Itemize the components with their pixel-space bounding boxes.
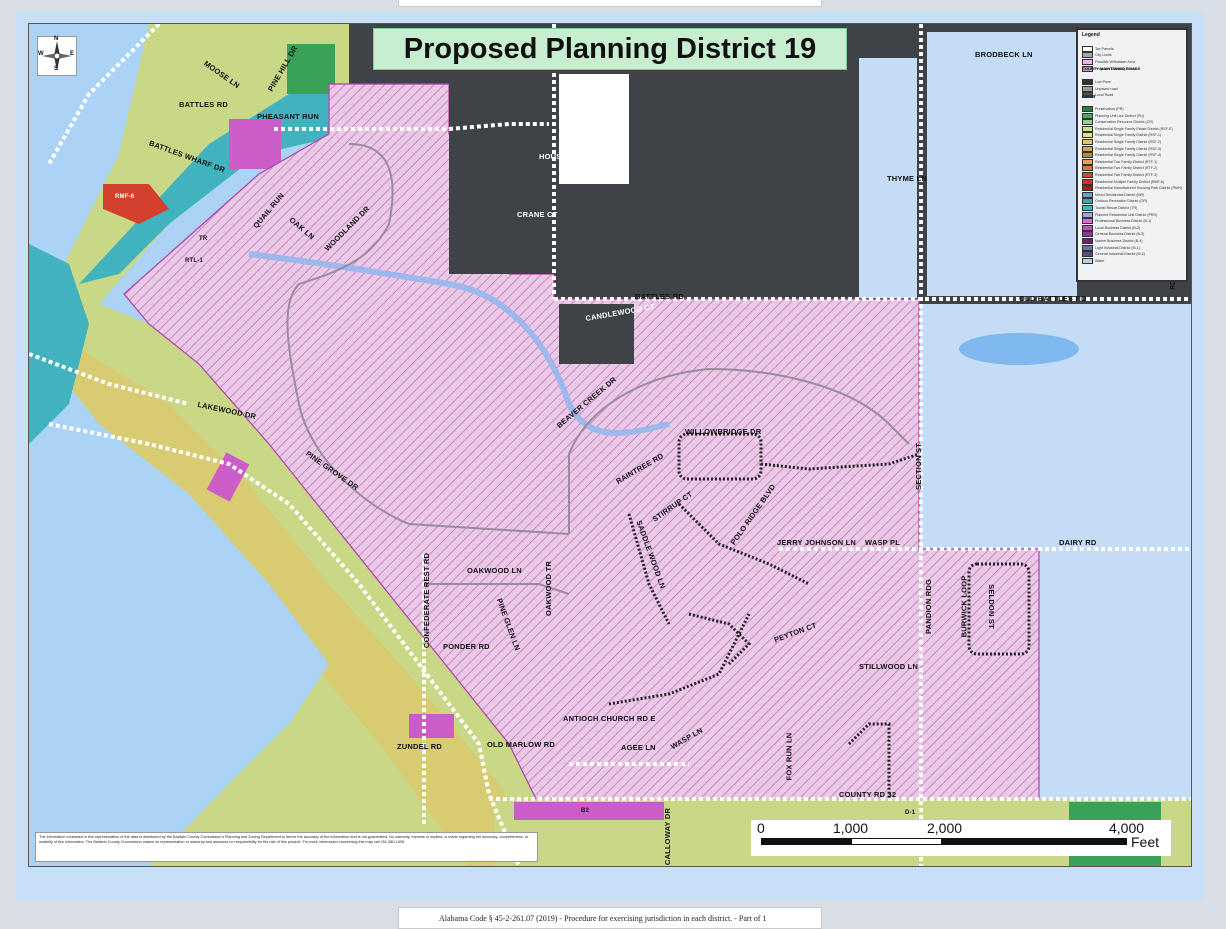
legend-item: Residential Single Family District (RSF-… <box>1082 146 1161 159</box>
scale-tick: 0 <box>757 820 765 836</box>
zoning-label: TR <box>199 236 208 242</box>
zoning-label: RMF-6 <box>115 194 135 200</box>
road-label: BATTLES RD <box>635 292 684 301</box>
district-map[interactable]: Proposed Planning District 19 N S W E BR… <box>28 23 1192 867</box>
road-label: BATTLES RD <box>179 100 228 109</box>
legend-item: Residential Single Family District (RSF-… <box>1082 140 1161 152</box>
road-label: CONFEDERATE REST RD <box>422 552 432 649</box>
scale-segment <box>851 838 943 845</box>
road-label: CALLOWAY DR <box>663 807 673 866</box>
scale-segment <box>761 838 853 845</box>
road-label: OLD BATTLES RD <box>1019 294 1087 303</box>
road-label: AGEE LN <box>621 743 656 752</box>
legend-label: Local Road <box>1095 93 1114 98</box>
road-label: CRANE CT <box>517 210 558 219</box>
road-label: WASP PL <box>865 538 901 547</box>
compass-n: N <box>54 36 59 42</box>
legend-label: Water <box>1095 258 1105 263</box>
legend-item: Residential Single Family Estate Distric… <box>1082 120 1173 132</box>
compass-w: W <box>38 51 44 57</box>
road-label: PONDER RD <box>443 642 490 651</box>
road-label: OAKWOOD TR <box>543 561 553 616</box>
road-label: THYME LN <box>887 174 927 183</box>
legend-item: Residential Manufactured Housing Park Di… <box>1082 179 1182 192</box>
legend-item: Water <box>1082 252 1104 264</box>
north-arrow-compass: N S W E <box>37 36 77 76</box>
road-label: BRODBECK LN <box>975 50 1033 59</box>
road-label: JERRY JOHNSON LN <box>777 538 857 547</box>
legend-item: Residential Two Family District (RTF-3) <box>1082 166 1157 178</box>
road-label: SELDON ST <box>986 584 996 629</box>
legend-item: General Business District (B-3) <box>1082 226 1144 238</box>
legend-item: Planning Unit Use District (PU) <box>1082 107 1144 119</box>
road-label: ZUNDEL RD <box>397 742 442 751</box>
legend-item: Light Industrial District (M-1) <box>1082 239 1140 251</box>
road-label: FOX RUN LN <box>784 732 794 781</box>
road-label: STILLWOOD LN <box>859 662 919 671</box>
legend-item: General Industrial District (M-2) <box>1082 245 1145 258</box>
document-footer-text: Alabama Code § 45-2-261.07 (2019) - Proc… <box>439 914 767 923</box>
pond <box>959 333 1079 365</box>
legend-item: Low Pave <box>1082 73 1111 86</box>
road-label: OAKWOOD LN <box>467 566 522 575</box>
legend-item: Residential Single Family District (RSF-… <box>1082 127 1161 139</box>
legend-item: Local Road <box>1082 87 1113 99</box>
legend-heading: COUNTY MAINTAINED ROADS <box>1082 66 1141 72</box>
compass-s: S <box>54 66 59 72</box>
legend-item: Possible Withdrawn Area <box>1082 53 1135 65</box>
map-canvas <box>29 24 1191 866</box>
scale-tick: 1,000 <box>833 820 869 836</box>
document-top-edge <box>398 0 822 7</box>
road-label: SECTION ST <box>914 442 924 491</box>
legend-item: Professional Business District (B-1) <box>1082 212 1151 225</box>
road-label: ANTIOCH CHURCH RD E <box>563 714 656 723</box>
legend-item: Unpaved road <box>1082 80 1118 92</box>
road-label: PANDION RDG <box>923 579 933 634</box>
zoning-label: D-1 <box>905 810 916 816</box>
road-label: WILLOWBRIDGE DR <box>685 427 762 436</box>
legend-item: Marine Business District (B-4) <box>1082 232 1143 244</box>
legend-item: Local Business District (B-2) <box>1082 219 1140 231</box>
compass-e: E <box>70 51 75 57</box>
b-parcel <box>409 714 454 738</box>
scale-unit: Feet <box>1131 834 1160 850</box>
scale-tick: 2,000 <box>927 820 963 836</box>
legend-item: Planned Residential Unit District (PRD) <box>1082 206 1157 218</box>
road-label: COUNTY RD 32 <box>839 790 897 799</box>
road-label: OLD MARLOW RD <box>487 740 556 749</box>
zoning-label: RTL-1 <box>185 258 203 264</box>
legend-item: Preservation (PR) <box>1082 100 1124 112</box>
legend-item: Proposed Planning District <box>1082 60 1137 72</box>
road-label: HOUSTON PL <box>539 152 591 161</box>
zoning-label: B2 <box>581 808 590 814</box>
road-label: RICH RD <box>565 88 598 97</box>
road-label: DAIRY RD <box>1059 538 1097 547</box>
legend-item: Residential Single Family District (RSF-… <box>1082 133 1161 145</box>
legend-item: Tax Parcels <box>1082 40 1114 52</box>
scale-bar: 0 1,000 2,000 4,000 Feet <box>751 820 1171 856</box>
document-footer: Alabama Code § 45-2-261.07 (2019) - Proc… <box>398 907 822 929</box>
b2-parcel <box>229 119 281 169</box>
legend-item: Residential Multiple Family District (RM… <box>1082 173 1164 185</box>
scale-segment <box>941 838 1127 845</box>
map-title: Proposed Planning District 19 <box>373 28 847 70</box>
legend-item: Residential Two Family District (RTF-2) <box>1082 160 1157 172</box>
legend-item: City Limits <box>1082 47 1112 59</box>
legend-item: Mixed Residential District (MR) <box>1082 186 1144 198</box>
disclaimer-text: The information contained in this repres… <box>35 832 538 862</box>
legend-item: Conservation Resource District (CR) <box>1082 113 1153 126</box>
map-legend: Legend Tax Parcels City Limits Possible Wi… <box>1076 28 1188 282</box>
road-label: BURWICK LOOP <box>959 575 969 638</box>
legend-item: Outdoor Recreation District (OR) <box>1082 193 1147 205</box>
legend-heading: Zoning <box>1082 93 1096 99</box>
legend-title: Legend <box>1082 32 1100 38</box>
east-parcels-north <box>927 32 1077 296</box>
legend-item: Residential Two Family District (RTF-1) <box>1082 153 1157 165</box>
road-label: PHEASANT RUN <box>257 112 319 121</box>
legend-swatch <box>1082 257 1093 264</box>
legend-item: Tourist Resort District (TR) <box>1082 199 1137 211</box>
